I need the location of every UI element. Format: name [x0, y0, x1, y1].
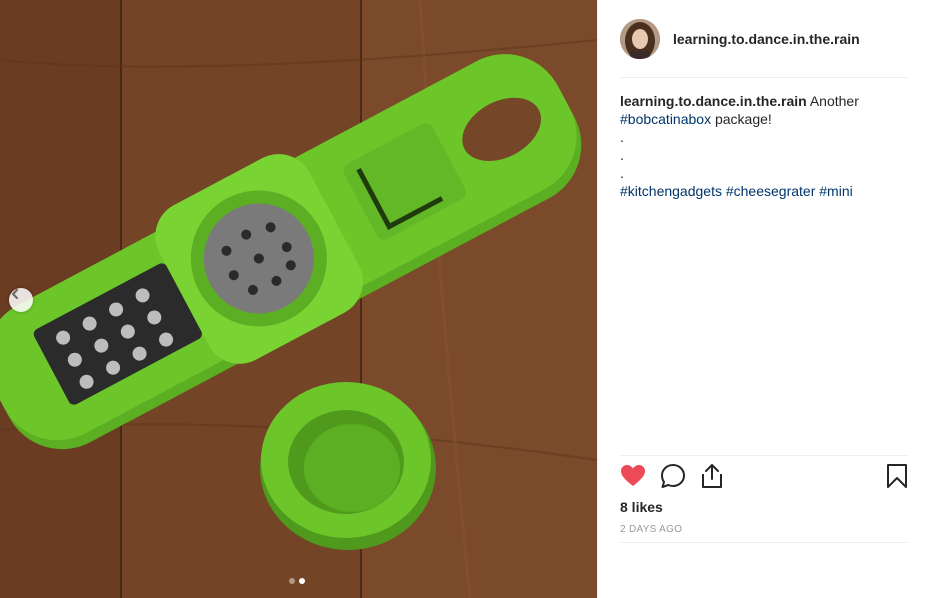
share-icon — [700, 463, 724, 494]
post-details-panel: learning.to.dance.in.the.rain learning.t… — [597, 0, 929, 598]
like-button[interactable] — [620, 461, 660, 495]
heart-icon — [620, 464, 646, 493]
carousel-dot-active — [299, 578, 305, 584]
carousel-prev-button[interactable] — [9, 288, 33, 312]
caption-username[interactable]: learning.to.dance.in.the.rain — [620, 93, 807, 109]
comment-icon — [660, 463, 686, 494]
post-actions — [620, 455, 908, 500]
bookmark-icon — [886, 463, 908, 494]
share-button[interactable] — [700, 461, 740, 495]
post-header: learning.to.dance.in.the.rain — [620, 18, 908, 78]
save-button[interactable] — [868, 461, 908, 495]
cheese-grater-photo — [0, 0, 597, 598]
carousel-dot — [289, 578, 295, 584]
hashtag-link[interactable]: #kitchengadgets — [620, 183, 722, 199]
avatar[interactable] — [620, 18, 660, 59]
caption-dot: . — [620, 129, 624, 145]
comment-button[interactable] — [660, 461, 700, 495]
caption-dot: . — [620, 165, 624, 181]
username-link[interactable]: learning.to.dance.in.the.rain — [673, 31, 860, 47]
caption-text: package! — [714, 111, 772, 127]
post-caption: learning.to.dance.in.the.rain Another #b… — [620, 92, 908, 200]
hashtag-link[interactable]: #mini — [819, 183, 852, 199]
hashtag-link[interactable]: #bobcatinabox — [620, 111, 711, 127]
caption-dot: . — [620, 147, 624, 163]
hashtag-link[interactable]: #cheesegrater — [726, 183, 816, 199]
post-image[interactable] — [0, 0, 597, 598]
caption-text: Another — [809, 93, 859, 109]
divider — [620, 542, 908, 543]
post-timestamp[interactable]: 2 DAYS AGO — [620, 524, 682, 535]
likes-count[interactable]: 8 likes — [620, 499, 663, 515]
carousel-indicator — [289, 578, 305, 584]
